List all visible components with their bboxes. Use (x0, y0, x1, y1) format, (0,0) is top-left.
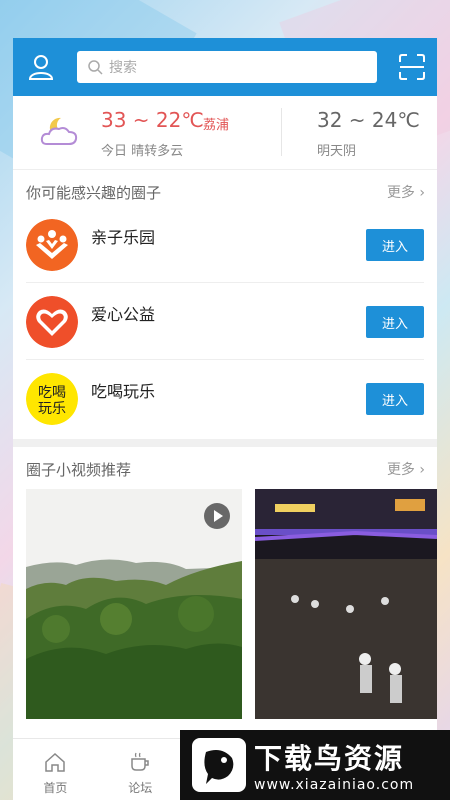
today-description: 今日 晴转多云 (101, 144, 184, 159)
watermark-title: 下载鸟资源 (254, 742, 405, 775)
section-divider (13, 439, 437, 447)
svg-text:吃喝: 吃喝 (38, 385, 66, 401)
circle-name: 吃喝玩乐 (91, 382, 156, 401)
circle-name: 亲子乐园 (91, 228, 156, 247)
cloudy-moon-icon (40, 117, 78, 145)
family-logo-icon (26, 219, 78, 271)
chevron-right-icon: › (419, 185, 425, 201)
enter-button[interactable]: 进入 (366, 306, 424, 338)
watermark-url: www.xiazainiao.com (254, 777, 415, 793)
search-icon (88, 60, 103, 75)
video-grid (13, 489, 437, 719)
svg-text:玩乐: 玩乐 (38, 401, 66, 417)
city-name: 荔浦 (203, 118, 230, 133)
chevron-right-icon: › (419, 462, 425, 478)
circle-name: 爱心公益 (91, 305, 156, 324)
section-title: 圈子小视频推荐 (26, 461, 132, 479)
list-item[interactable]: 亲子乐园 进入 (26, 206, 424, 283)
circle-list: 亲子乐园 进入 爱心公益 进入 吃喝 玩乐 吃喝玩乐 进入 (13, 206, 437, 437)
weather-panel[interactable]: 33 ~ 22℃ 荔浦 今日 晴转多云 32 ~ 24℃ 明天阴 (13, 96, 437, 170)
play-icon[interactable] (204, 503, 230, 529)
enter-button[interactable]: 进入 (366, 383, 424, 415)
tomorrow-temperature: 32 ~ 24℃ (317, 108, 420, 132)
coffee-icon (131, 752, 149, 771)
user-icon[interactable] (27, 53, 55, 81)
tomorrow-description: 明天阴 (317, 144, 357, 159)
search-input[interactable]: 搜索 (77, 51, 377, 83)
more-link[interactable]: 更多 › (387, 182, 425, 202)
top-bar: 搜索 (13, 38, 437, 96)
video-thumbnail[interactable] (26, 489, 242, 719)
food-logo-icon: 吃喝 玩乐 (26, 373, 78, 425)
enter-button[interactable]: 进入 (366, 229, 424, 261)
heart-logo-icon (26, 296, 78, 348)
tab-label: 首页 (43, 781, 68, 795)
more-link[interactable]: 更多 › (387, 459, 425, 479)
bird-logo-icon (192, 738, 246, 792)
circles-section-header: 你可能感兴趣的圈子 更多 › (13, 176, 437, 206)
today-temperature: 33 ~ 22℃ (101, 108, 204, 132)
search-placeholder: 搜索 (109, 60, 137, 76)
list-item[interactable]: 吃喝 玩乐 吃喝玩乐 进入 (26, 360, 424, 437)
app-screen: 搜索 33 ~ 22℃ 荔浦 今日 晴转多云 32 ~ 24℃ 明天阴 你可能感… (13, 38, 437, 800)
video-section-header: 圈子小视频推荐 更多 › (13, 453, 437, 483)
section-title: 你可能感兴趣的圈子 (26, 184, 162, 202)
weather-divider (281, 108, 282, 156)
tab-forum[interactable]: 论坛 (98, 739, 183, 800)
video-thumbnail[interactable] (255, 489, 437, 719)
tab-home[interactable]: 首页 (13, 739, 98, 800)
list-item[interactable]: 爱心公益 进入 (26, 283, 424, 360)
watermark-banner: 下载鸟资源 www.xiazainiao.com (180, 730, 450, 800)
scan-icon[interactable] (399, 54, 425, 80)
tab-label: 论坛 (128, 781, 153, 795)
night-plaza-video-image (255, 489, 437, 719)
home-icon (45, 752, 66, 772)
